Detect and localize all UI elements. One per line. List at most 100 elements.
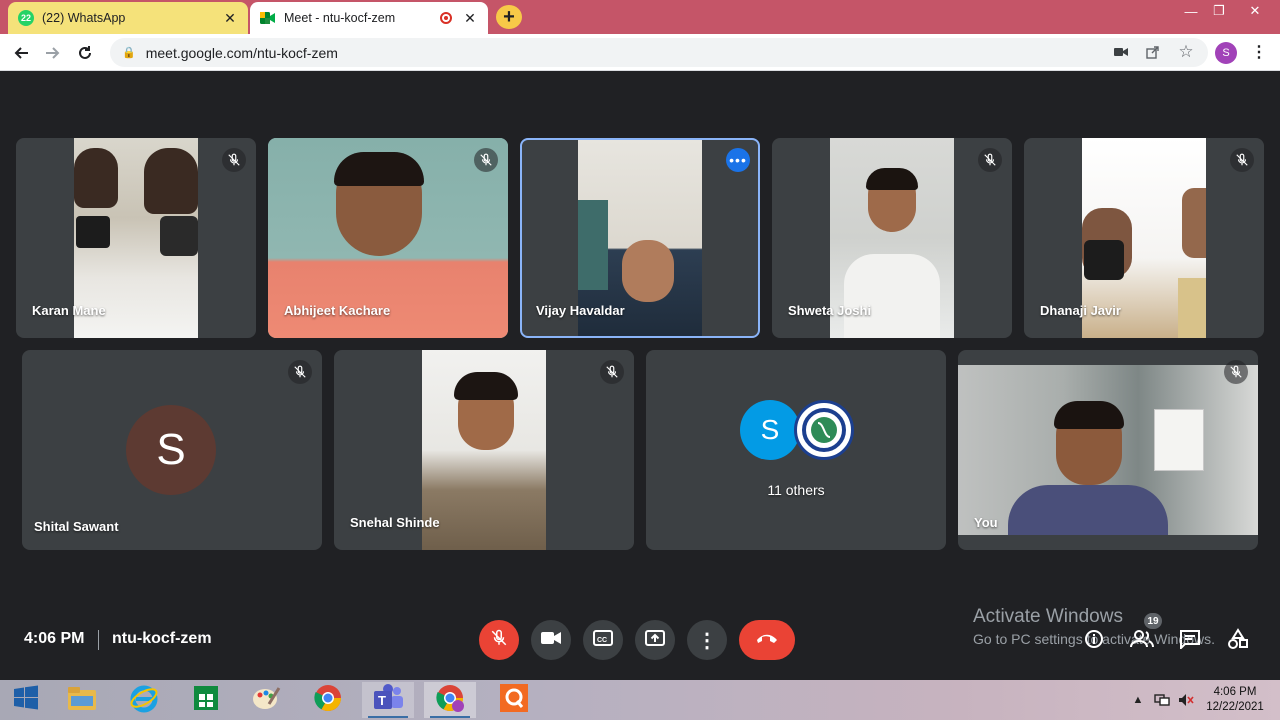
people-button[interactable] bbox=[1129, 628, 1155, 654]
participant-tile[interactable]: Snehal Shinde bbox=[334, 350, 634, 550]
tab-title: (22) WhatsApp bbox=[42, 11, 126, 25]
paint-palette-icon bbox=[251, 684, 281, 717]
present-icon bbox=[645, 629, 665, 651]
url-text: meet.google.com/ntu-kocf-zem bbox=[145, 44, 338, 61]
participant-name: Abhijeet Kachare bbox=[284, 303, 391, 318]
back-button[interactable] bbox=[8, 40, 34, 66]
mic-off-icon bbox=[288, 360, 312, 384]
toggle-mic-button[interactable] bbox=[479, 620, 519, 660]
chrome-icon bbox=[313, 683, 343, 718]
chrome-profile-taskbar-button[interactable] bbox=[424, 682, 476, 718]
participant-name: Karan Mane bbox=[32, 303, 106, 318]
close-window-button[interactable]: ✕ bbox=[1240, 0, 1270, 22]
meeting-clock: 4:06 PM bbox=[24, 630, 85, 647]
reload-button[interactable] bbox=[72, 40, 98, 66]
participant-tile[interactable]: Shweta Joshi bbox=[772, 138, 1012, 338]
chat-icon bbox=[1179, 629, 1201, 654]
address-bar[interactable]: 🔒 meet.google.com/ntu-kocf-zem bbox=[110, 38, 1208, 67]
camera-permission-icon[interactable] bbox=[1110, 41, 1132, 63]
internet-explorer-icon bbox=[129, 683, 159, 718]
internet-explorer-taskbar-button[interactable] bbox=[118, 682, 170, 718]
share-icon[interactable] bbox=[1142, 41, 1164, 63]
system-date: 12/22/2021 bbox=[1206, 701, 1264, 713]
show-hidden-icons-chevron-icon[interactable]: ▲ bbox=[1130, 692, 1146, 708]
participant-name: Snehal Shinde bbox=[350, 515, 440, 530]
meeting-code: ntu-kocf-zem bbox=[112, 630, 212, 647]
camera-icon bbox=[541, 631, 561, 650]
teams-taskbar-button[interactable]: T bbox=[362, 682, 414, 718]
start-button[interactable] bbox=[0, 682, 52, 718]
profile-avatar[interactable]: S bbox=[1215, 42, 1237, 64]
system-clock[interactable]: 4:06 PM 12/22/2021 bbox=[1200, 685, 1270, 715]
windows-logo-icon bbox=[13, 685, 39, 716]
file-explorer-taskbar-button[interactable] bbox=[56, 682, 108, 718]
tab-whatsapp[interactable]: 22 (22) WhatsApp ✕ bbox=[8, 2, 248, 34]
network-icon[interactable] bbox=[1154, 692, 1170, 708]
new-tab-button[interactable]: + bbox=[496, 5, 522, 29]
store-taskbar-button[interactable] bbox=[180, 682, 232, 718]
end-call-icon bbox=[755, 631, 779, 649]
mic-off-icon bbox=[1230, 148, 1254, 172]
mic-off-icon bbox=[490, 629, 508, 652]
participant-tile[interactable]: Karan Mane bbox=[16, 138, 256, 338]
store-icon bbox=[192, 684, 220, 717]
folder-icon bbox=[67, 685, 97, 716]
paint-taskbar-button[interactable] bbox=[240, 682, 292, 718]
windows-taskbar: T bbox=[0, 680, 1280, 720]
mic-off-icon bbox=[474, 148, 498, 172]
activities-button[interactable] bbox=[1225, 627, 1251, 655]
participant-tile[interactable]: S Shital Sawant bbox=[22, 350, 322, 550]
mic-off-icon bbox=[600, 360, 624, 384]
others-count-label: 11 others bbox=[767, 482, 825, 498]
q-app-icon bbox=[499, 683, 529, 718]
college-logo-avatar bbox=[794, 400, 854, 460]
q-app-taskbar-button[interactable] bbox=[488, 682, 540, 718]
svg-text:CC: CC bbox=[597, 637, 607, 644]
participant-tile[interactable]: Dhanaji Javir bbox=[1024, 138, 1264, 338]
self-tile[interactable]: You bbox=[958, 350, 1258, 550]
self-video bbox=[958, 365, 1258, 535]
activities-icon bbox=[1227, 627, 1249, 655]
volume-muted-icon[interactable] bbox=[1178, 692, 1194, 708]
leave-call-button[interactable] bbox=[739, 620, 795, 660]
captions-icon: CC bbox=[593, 629, 613, 651]
participant-avatar: S bbox=[740, 400, 800, 460]
meeting-details-button[interactable] bbox=[1081, 628, 1107, 654]
chrome-icon bbox=[435, 683, 465, 718]
close-tab-icon[interactable]: ✕ bbox=[222, 10, 238, 27]
toggle-camera-button[interactable] bbox=[531, 620, 571, 660]
browser-menu-icon[interactable]: ⋮ bbox=[1248, 41, 1270, 63]
participant-name: Shital Sawant bbox=[34, 519, 119, 534]
svg-text:T: T bbox=[378, 693, 386, 708]
more-options-button[interactable]: ⋮ bbox=[687, 620, 727, 660]
participant-tile[interactable]: Abhijeet Kachare bbox=[268, 138, 508, 338]
mic-off-icon bbox=[978, 148, 1002, 172]
divider bbox=[98, 630, 99, 650]
restore-button[interactable]: ❐ bbox=[1204, 0, 1234, 22]
chat-button[interactable] bbox=[1177, 628, 1203, 654]
present-button[interactable] bbox=[635, 620, 675, 660]
people-icon bbox=[1130, 629, 1154, 653]
lock-icon: 🔒 bbox=[122, 47, 136, 59]
tab-title: Meet - ntu-kocf-zem bbox=[284, 11, 396, 25]
bookmark-star-icon[interactable]: ☆ bbox=[1175, 41, 1197, 63]
activate-windows-title: Activate Windows bbox=[973, 606, 1123, 627]
mic-off-icon bbox=[222, 148, 246, 172]
people-count-badge: 19 bbox=[1144, 613, 1162, 629]
mic-off-icon bbox=[1224, 360, 1248, 384]
more-vert-icon: ⋮ bbox=[697, 629, 717, 652]
participant-video bbox=[422, 350, 546, 550]
minimize-button[interactable]: — bbox=[1176, 0, 1206, 22]
forward-button[interactable] bbox=[40, 40, 66, 66]
participant-tile-active-speaker[interactable]: ••• Vijay Havaldar bbox=[520, 138, 760, 338]
chrome-taskbar-button[interactable] bbox=[302, 682, 354, 718]
participant-name: Dhanaji Javir bbox=[1040, 303, 1121, 318]
close-tab-icon[interactable]: ✕ bbox=[462, 10, 478, 27]
captions-button[interactable]: CC bbox=[583, 620, 623, 660]
self-label: You bbox=[974, 515, 998, 530]
teams-icon: T bbox=[372, 683, 404, 718]
more-options-icon[interactable]: ••• bbox=[726, 148, 750, 172]
tab-meet[interactable]: Meet - ntu-kocf-zem ✕ bbox=[250, 2, 488, 34]
browser-toolbar: 🔒 meet.google.com/ntu-kocf-zem ☆ S ⋮ bbox=[0, 34, 1280, 71]
others-tile[interactable]: S 11 others bbox=[646, 350, 946, 550]
